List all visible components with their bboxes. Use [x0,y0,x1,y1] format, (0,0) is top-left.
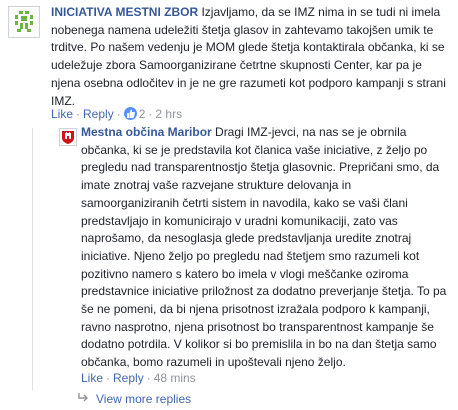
comment-body: INICIATIVA MESTNI ZBOR Izjavljamo, da se… [51,4,451,110]
reply-timestamp[interactable]: 48 mins [154,371,196,385]
reply-arrow-icon [78,392,90,406]
view-more-label: View more replies [96,392,192,406]
like-thumb-icon [123,107,137,120]
initiative-logo-icon[interactable] [8,6,40,38]
reply-body: Mestna občina Maribor Dragi IMZ-jevci, n… [81,124,451,372]
reply-reply-button[interactable]: Reply [113,371,144,385]
reply-text: Dragi IMZ-jevci, na nas se je obrnila ob… [81,125,447,370]
comment-author-link[interactable]: INICIATIVA MESTNI ZBOR [51,5,198,19]
comment-timestamp[interactable]: 2 hrs [155,107,182,121]
view-more-replies-link[interactable]: View more replies [78,392,191,406]
reply-author-link[interactable]: Mestna občina Maribor [81,125,212,139]
maribor-crest-icon[interactable] [59,128,77,146]
reply-thread-line [32,128,33,390]
reply-like-button[interactable]: Like [81,371,103,385]
reactions[interactable]: 2 [123,107,145,121]
reply-actions: Like · Reply · 48 mins [81,371,196,385]
comment-actions: Like · Reply · 2 · 2 hrs [51,107,183,121]
reply-button[interactable]: Reply [83,107,114,121]
like-button[interactable]: Like [51,107,73,121]
comment-text: Izjavljamo, da se IMZ nima in se tudi ni… [51,5,446,108]
